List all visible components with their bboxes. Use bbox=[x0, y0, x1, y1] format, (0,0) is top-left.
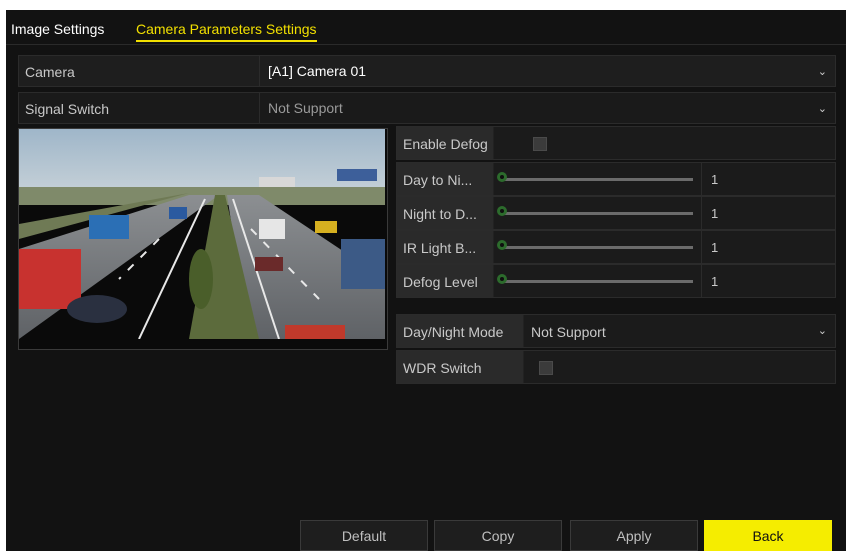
chevron-down-icon: ⌄ bbox=[817, 103, 827, 115]
slider-label-cell: Defog Level bbox=[397, 265, 494, 297]
camera-value: [A1] Camera 01 bbox=[268, 63, 367, 79]
day-night-mode-label: Day/Night Mode bbox=[403, 324, 504, 340]
tab-image-settings[interactable]: Image Settings bbox=[11, 21, 104, 37]
apply-button[interactable]: Apply bbox=[570, 520, 698, 551]
slider-row: IR Light B... 1 bbox=[396, 230, 836, 264]
signal-switch-value: Not Support bbox=[268, 100, 343, 116]
day-night-mode-value: Not Support bbox=[531, 324, 606, 340]
slider-row: Day to Ni... 1 bbox=[396, 162, 836, 196]
slider-knob[interactable] bbox=[497, 274, 507, 284]
enable-defog-row: Enable Defog bbox=[396, 126, 836, 160]
signal-switch-label: Signal Switch bbox=[25, 101, 110, 117]
night-to-day-value: 1 bbox=[711, 206, 719, 221]
video-preview bbox=[18, 128, 388, 350]
signal-switch-select[interactable]: Signal Switch Not Support ⌄ bbox=[18, 92, 836, 124]
divider bbox=[259, 56, 260, 86]
slider-label-cell: IR Light B... bbox=[397, 231, 494, 263]
wdr-switch-row: WDR Switch bbox=[396, 350, 836, 384]
slider-knob[interactable] bbox=[497, 206, 507, 216]
ir-light-brightness-label: IR Light B... bbox=[403, 240, 477, 256]
divider bbox=[259, 93, 260, 123]
wdr-switch-label: WDR Switch bbox=[403, 360, 482, 376]
slider-row: Night to D... 1 bbox=[396, 196, 836, 230]
copy-button[interactable]: Copy bbox=[434, 520, 562, 551]
day-to-night-slider[interactable] bbox=[501, 178, 693, 181]
slider-knob[interactable] bbox=[497, 172, 507, 182]
night-to-day-label: Night to D... bbox=[403, 206, 477, 222]
camera-select[interactable]: Camera [A1] Camera 01 ⌄ bbox=[18, 55, 836, 87]
night-to-day-slider[interactable] bbox=[501, 212, 693, 215]
divider bbox=[701, 197, 702, 229]
ir-light-brightness-slider[interactable] bbox=[501, 246, 693, 249]
ir-light-brightness-value: 1 bbox=[711, 240, 719, 255]
day-night-mode-label-cell: Day/Night Mode bbox=[397, 315, 524, 347]
slider-row: Defog Level 1 bbox=[396, 264, 836, 298]
chevron-down-icon: ⌄ bbox=[817, 66, 827, 78]
slider-label-cell: Night to D... bbox=[397, 197, 494, 229]
enable-defog-label: Enable Defog bbox=[403, 136, 488, 152]
slider-knob[interactable] bbox=[497, 240, 507, 250]
day-to-night-value: 1 bbox=[711, 172, 719, 187]
defog-level-label: Defog Level bbox=[403, 274, 478, 290]
camera-label: Camera bbox=[25, 64, 75, 80]
default-button[interactable]: Default bbox=[300, 520, 428, 551]
camera-parameters-screen: Image Settings Camera Parameters Setting… bbox=[6, 10, 846, 551]
divider bbox=[701, 265, 702, 297]
slider-label-cell: Day to Ni... bbox=[397, 163, 494, 195]
chevron-down-icon: ⌄ bbox=[817, 325, 827, 337]
divider bbox=[701, 163, 702, 195]
enable-defog-label-cell: Enable Defog bbox=[397, 127, 494, 159]
divider bbox=[701, 231, 702, 263]
wdr-switch-label-cell: WDR Switch bbox=[397, 351, 524, 383]
day-to-night-label: Day to Ni... bbox=[403, 172, 473, 188]
tab-bar: Image Settings Camera Parameters Setting… bbox=[6, 10, 846, 45]
defog-level-slider[interactable] bbox=[501, 280, 693, 283]
back-button[interactable]: Back bbox=[704, 520, 832, 551]
enable-defog-checkbox[interactable] bbox=[533, 137, 547, 151]
camera-preview-image bbox=[19, 129, 385, 339]
tab-camera-parameters-settings[interactable]: Camera Parameters Settings bbox=[136, 21, 317, 42]
wdr-switch-checkbox[interactable] bbox=[539, 361, 553, 375]
defog-level-value: 1 bbox=[711, 274, 719, 289]
day-night-mode-select[interactable]: Day/Night Mode Not Support ⌄ bbox=[396, 314, 836, 348]
